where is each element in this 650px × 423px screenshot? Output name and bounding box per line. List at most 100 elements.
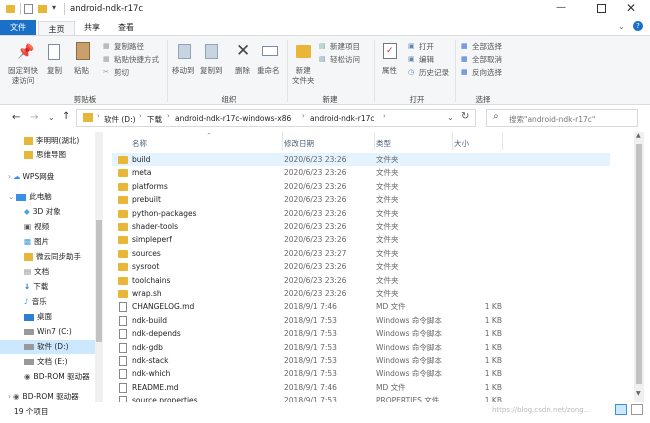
table-row[interactable]: shader-tools 2020/6/23 23:26 文件夹	[112, 220, 610, 233]
table-row[interactable]: ndk-build 2018/9/1 7:53 Windows 命令脚本 1 KB	[112, 314, 610, 327]
history-button[interactable]: 历史记录	[419, 68, 449, 78]
table-row[interactable]: ndk-gdb 2018/9/1 7:53 Windows 命令脚本 1 KB	[112, 341, 610, 354]
nav-item[interactable]: 桌面	[24, 310, 52, 324]
recent-locations-chevron-icon[interactable]: ⌄	[48, 113, 55, 122]
breadcrumb-downloads[interactable]: 下载	[147, 114, 162, 125]
column-header-type[interactable]: 类型	[376, 138, 391, 149]
nav-item[interactable]: ↓ 下载	[24, 280, 48, 294]
details-view-icon[interactable]	[615, 404, 627, 415]
new-folder-quick-icon[interactable]	[38, 5, 47, 13]
nav-scrollbar[interactable]	[95, 132, 103, 402]
column-header-size[interactable]: 大小	[454, 138, 469, 149]
cut-button[interactable]: 剪切	[114, 68, 129, 78]
list-scrollbar-thumb[interactable]	[636, 144, 642, 384]
table-row[interactable]: python-packages 2020/6/23 23:26 文件夹	[112, 207, 610, 220]
paste-shortcut-button[interactable]: 粘贴快捷方式	[114, 55, 159, 65]
nav-item[interactable]: ▣ 视频	[24, 220, 49, 234]
table-row[interactable]: README.md 2018/9/1 7:46 MD 文件 1 KB	[112, 381, 610, 394]
file-type: 文件夹	[376, 235, 399, 245]
table-row[interactable]: ndk-which 2018/9/1 7:53 Windows 命令脚本 1 KB	[112, 367, 610, 380]
properties-button[interactable]: 属性	[382, 66, 397, 76]
breadcrumb-ndk-windows[interactable]: android-ndk-r17c-windows-x86	[175, 114, 291, 123]
nav-item-selected[interactable]: 软件 (D:)	[0, 340, 96, 354]
address-dropdown-icon[interactable]: ⌄	[447, 113, 454, 122]
properties-quick-icon[interactable]	[24, 4, 33, 14]
pin-quick-access-button[interactable]: 固定到快 速访问	[8, 66, 38, 86]
quick-access-dropdown-icon[interactable]: ▾	[52, 3, 56, 12]
folder-icon	[118, 276, 128, 285]
nav-item-label: 3D 对象	[32, 207, 61, 216]
nav-item[interactable]: 文档 (E:)	[24, 355, 68, 369]
invert-selection-button[interactable]: 反向选择	[472, 68, 502, 78]
search-box[interactable]: ⌕ 搜索"android-ndk-r17c"	[486, 109, 638, 127]
scroll-down-icon[interactable]: ▼	[636, 390, 641, 397]
nav-item[interactable]: ◉ BD-ROM 驱动器	[24, 370, 90, 384]
nav-scrollbar-thumb[interactable]	[96, 220, 102, 342]
table-row[interactable]: toolchains 2020/6/23 23:26 文件夹	[112, 274, 610, 287]
tab-home[interactable]: 主页	[38, 21, 75, 36]
table-row[interactable]: build 2020/6/23 23:26 文件夹	[112, 153, 610, 167]
list-scrollbar[interactable]: ▲ ▼	[634, 132, 644, 402]
navigation-pane: 李明明(湖北) 思维导图 › ☁ WPS网盘 ⌄ 此电脑 ◆ 3D 对象 ▣ 视频 ▩ 图片…	[0, 132, 103, 402]
paste-button[interactable]: 粘贴	[74, 66, 89, 76]
column-divider	[374, 132, 375, 150]
open-button[interactable]: 打开	[419, 42, 434, 52]
nav-item[interactable]: 思维导图	[24, 148, 66, 162]
nav-item[interactable]: › ☁ WPS网盘	[8, 170, 54, 184]
nav-item-label: 软件 (D:)	[37, 342, 69, 351]
forward-arrow-icon[interactable]: →	[30, 112, 38, 123]
table-row[interactable]: simpleperf 2020/6/23 23:26 文件夹	[112, 233, 610, 246]
address-bar[interactable]: › 软件 (D:) › 下载 › android-ndk-r17c-window…	[76, 109, 476, 127]
table-row[interactable]: wrap.sh 2020/6/23 23:26 文件夹	[112, 287, 610, 300]
nav-item[interactable]: ▤ 文档	[24, 265, 49, 279]
close-button[interactable]: ✕	[626, 1, 636, 15]
delete-button[interactable]: 删除	[235, 66, 250, 76]
nav-item[interactable]: Win7 (C:)	[24, 325, 72, 339]
table-row[interactable]: sources 2020/6/23 23:27 文件夹	[112, 247, 610, 260]
copy-button[interactable]: 复制	[47, 66, 62, 76]
breadcrumb-drive[interactable]: 软件 (D:)	[104, 114, 136, 125]
back-arrow-icon[interactable]: ←	[12, 112, 20, 123]
nav-item[interactable]: 微云同步助手	[24, 250, 81, 264]
new-item-button[interactable]: 新建项目	[330, 42, 360, 52]
tab-view[interactable]: 查看	[110, 20, 142, 35]
file-type: 文件夹	[376, 222, 399, 231]
move-to-button[interactable]: 移动到	[172, 66, 195, 76]
breadcrumb-ndk[interactable]: android-ndk-r17c	[310, 114, 374, 123]
scroll-up-icon[interactable]: ▲	[636, 132, 641, 139]
rename-button[interactable]: 重命名	[257, 66, 280, 76]
nav-item[interactable]: ♪ 音乐	[24, 295, 47, 309]
table-row[interactable]: sysroot 2020/6/23 23:26 文件夹	[112, 260, 610, 273]
edit-button[interactable]: 编辑	[419, 55, 434, 65]
refresh-icon[interactable]: ↻	[461, 111, 469, 122]
large-icons-view-icon[interactable]	[631, 404, 643, 415]
file-date: 2020/6/23 23:26	[284, 195, 347, 205]
nav-item[interactable]: ▩ 图片	[24, 235, 49, 249]
minimize-button[interactable]: —	[556, 2, 566, 13]
copy-path-button[interactable]: 复制路径	[114, 42, 144, 52]
table-row[interactable]: ndk-depends 2018/9/1 7:53 Windows 命令脚本 1 KB	[112, 327, 610, 340]
up-arrow-icon[interactable]: ↑	[62, 111, 70, 122]
table-row[interactable]: meta 2020/6/23 23:26 文件夹	[112, 166, 610, 179]
collapse-ribbon-icon[interactable]: ⌄	[618, 22, 625, 31]
new-folder-button[interactable]: 新建 文件夹	[292, 66, 315, 86]
easy-access-button[interactable]: 轻松访问	[330, 55, 360, 65]
search-input[interactable]: 搜索"android-ndk-r17c"	[509, 114, 595, 125]
table-row[interactable]: CHANGELOG.md 2018/9/1 7:46 MD 文件 1 KB	[112, 300, 610, 313]
select-all-button[interactable]: 全部选择	[472, 42, 502, 52]
select-none-button[interactable]: 全部取消	[472, 55, 502, 65]
tab-file[interactable]: 文件	[0, 20, 36, 35]
title-bar: ▾ android-ndk-r17c — ✕	[0, 0, 650, 20]
help-icon[interactable]: ?	[633, 21, 643, 31]
table-row[interactable]: ndk-stack 2018/9/1 7:53 Windows 命令脚本 1 KB	[112, 354, 610, 367]
table-row[interactable]: platforms 2020/6/23 23:26 文件夹	[112, 180, 610, 193]
nav-item[interactable]: ⌄ 此电脑	[8, 190, 52, 204]
nav-item[interactable]: ◆ 3D 对象	[24, 205, 61, 219]
tab-share[interactable]: 共享	[76, 20, 108, 35]
column-header-name[interactable]: 名称	[132, 138, 147, 149]
column-header-date[interactable]: 修改日期	[284, 138, 314, 149]
nav-item[interactable]: 李明明(湖北)	[24, 134, 79, 148]
copy-to-button[interactable]: 复制到	[200, 66, 223, 76]
maximize-button[interactable]	[597, 4, 606, 13]
table-row[interactable]: prebuilt 2020/6/23 23:26 文件夹	[112, 193, 610, 206]
